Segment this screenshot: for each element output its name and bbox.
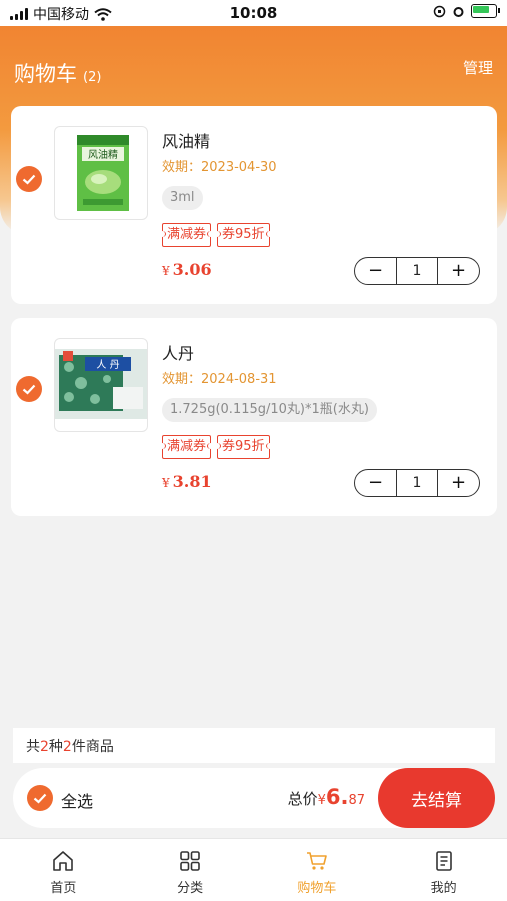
- tab-label: 购物车: [297, 881, 337, 896]
- price-value: 3.06: [172, 260, 212, 279]
- battery-icon: [471, 4, 500, 18]
- home-icon: [53, 851, 74, 871]
- increase-button[interactable]: +: [438, 258, 479, 284]
- check-icon: [22, 384, 36, 395]
- page-title-row: 购物车 (2): [14, 58, 101, 88]
- checkout-button[interactable]: 去结算: [378, 768, 495, 828]
- product-expiry: 效期：2023-04-30: [162, 160, 277, 175]
- quantity-stepper: − 1 +: [354, 469, 480, 497]
- currency-symbol: ¥: [162, 476, 170, 490]
- product-name[interactable]: 风油精: [162, 128, 210, 152]
- product-price: ¥3.06: [162, 260, 212, 279]
- product-spec: 1.725g(0.115g/10丸)*1瓶(水丸): [162, 398, 377, 422]
- tab-category[interactable]: 分类: [127, 839, 254, 901]
- coupon-list: 满减券 券95折: [158, 435, 273, 459]
- decrease-button[interactable]: −: [355, 470, 396, 496]
- count-suffix: 件商品: [71, 738, 114, 755]
- quantity-input[interactable]: 1: [396, 470, 438, 496]
- item-checkbox[interactable]: [16, 166, 42, 192]
- count-mid: 种: [48, 738, 63, 755]
- status-time: 10:08: [229, 4, 278, 22]
- tab-label: 首页: [50, 881, 77, 896]
- checkout-bar: 全选 总价¥6.87 去结算: [13, 768, 495, 828]
- select-all-checkbox[interactable]: [27, 785, 53, 811]
- fengyoujing-box-image: 风油精: [77, 135, 129, 211]
- page-title: 购物车: [14, 62, 77, 86]
- tab-cart[interactable]: 购物车: [254, 839, 381, 901]
- rotation-lock-icon: [433, 5, 446, 17]
- total-integer: 6.: [325, 785, 349, 809]
- cart-item-card: 人 丹 人丹 效期：2024-08-31 1.725g(0.115g/10丸)*…: [11, 318, 497, 516]
- count-prefix: 共: [26, 738, 40, 755]
- alarm-icon: [453, 6, 464, 17]
- coupon-tag[interactable]: 满减券: [158, 435, 215, 459]
- manage-button[interactable]: 管理: [463, 57, 493, 78]
- check-icon: [22, 174, 36, 185]
- svg-text:风油精: 风油精: [88, 148, 118, 161]
- product-price: ¥3.81: [162, 472, 212, 491]
- quantity-input[interactable]: 1: [396, 258, 438, 284]
- coupon-list: 满减券 券95折: [158, 223, 273, 247]
- quantity-stepper: − 1 +: [354, 257, 480, 285]
- coupon-tag[interactable]: 满减券: [158, 223, 215, 247]
- product-spec: 3ml: [162, 186, 203, 210]
- profile-icon: [435, 851, 452, 871]
- increase-button[interactable]: +: [438, 470, 479, 496]
- cart-count: (2): [83, 70, 102, 85]
- product-expiry: 效期：2024-08-31: [162, 372, 277, 387]
- total-price: 总价¥6.87: [288, 785, 365, 809]
- svg-text:人 丹: 人 丹: [96, 359, 119, 371]
- item-count-text: 共2种2件商品: [13, 736, 114, 756]
- item-count-bar: 共2种2件商品: [13, 728, 495, 763]
- product-image[interactable]: 人 丹: [54, 338, 148, 432]
- currency-symbol: ¥: [162, 264, 170, 278]
- total-label: 总价: [287, 790, 318, 808]
- tab-label: 分类: [177, 881, 204, 896]
- item-checkbox[interactable]: [16, 376, 42, 402]
- kinds-count: 2: [40, 738, 49, 755]
- total-currency: ¥: [317, 793, 326, 808]
- cart-item-card: 风油精 风油精 效期：2023-04-30 3ml 满减券 券95折 ¥3.06…: [11, 106, 497, 304]
- coupon-tag[interactable]: 券95折: [214, 223, 273, 247]
- tab-profile[interactable]: 我的: [380, 839, 507, 901]
- rendan-box-image: 人 丹: [55, 349, 147, 419]
- tab-home[interactable]: 首页: [0, 839, 127, 901]
- check-icon: [33, 793, 47, 804]
- tab-label: 我的: [430, 881, 457, 896]
- bottom-tab-bar: 首页 分类 购物车 我的: [0, 838, 507, 901]
- status-right: [433, 4, 500, 18]
- coupon-tag[interactable]: 券95折: [214, 435, 273, 459]
- product-name[interactable]: 人丹: [162, 340, 194, 364]
- select-all-label[interactable]: 全选: [61, 788, 93, 812]
- status-bar: 中国移动 10:08: [0, 0, 507, 26]
- product-image[interactable]: 风油精: [54, 126, 148, 220]
- price-value: 3.81: [172, 472, 212, 491]
- cart-icon: [306, 852, 327, 870]
- total-decimal: 87: [348, 793, 365, 808]
- pieces-count: 2: [62, 738, 72, 755]
- category-icon: [180, 851, 200, 871]
- decrease-button[interactable]: −: [355, 258, 396, 284]
